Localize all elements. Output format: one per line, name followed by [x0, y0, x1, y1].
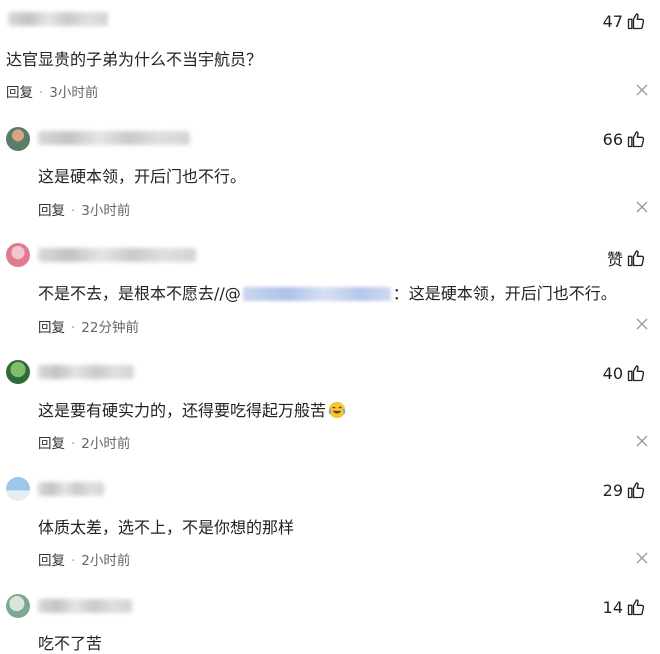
timestamp: 3小时前: [81, 203, 131, 219]
timestamp: 22分钟前: [81, 320, 139, 336]
comment-text: 吃不了苦: [38, 634, 103, 653]
username-blurred[interactable]: [38, 482, 104, 496]
like-count: 47: [602, 11, 623, 31]
username-blurred[interactable]: [38, 365, 134, 379]
avatar[interactable]: [6, 360, 30, 384]
like-button[interactable]: 40: [603, 363, 646, 383]
thumbs-up-icon: [626, 129, 646, 149]
comment-meta: 回复 · 2小时前: [38, 436, 131, 452]
thumbs-up-icon: [626, 597, 646, 617]
comment-text: 不是不去，是根本不愿去//@ ：这是硬本领，开后门也不行。: [38, 280, 617, 304]
like-button[interactable]: 47: [603, 11, 646, 31]
thumbs-up-icon: [626, 248, 646, 268]
mention-link-blurred[interactable]: [242, 287, 391, 301]
reply-button[interactable]: 回复: [38, 203, 65, 219]
like-button[interactable]: 赞: [607, 246, 646, 270]
timestamp: 3小时前: [49, 85, 99, 101]
close-icon[interactable]: [636, 318, 648, 330]
like-button[interactable]: 14: [603, 597, 646, 617]
reply-button[interactable]: 回复: [38, 436, 65, 452]
avatar[interactable]: [6, 477, 30, 501]
comment-text: 达官显贵的子弟为什么不当宇航员？: [6, 50, 263, 69]
comment-meta: 回复 · 2小时前: [38, 553, 131, 569]
username-blurred[interactable]: [38, 131, 190, 145]
thumbs-up-icon: [626, 480, 646, 500]
thumbs-up-icon: [626, 363, 646, 383]
like-button[interactable]: 29: [603, 480, 646, 500]
comment-text: 这是要有硬实力的，还得要吃得起万般苦: [38, 397, 346, 423]
username-blurred[interactable]: [8, 12, 108, 26]
laughing-crying-emoji-icon: [328, 401, 346, 423]
comment-meta: 回复 · 3小时前: [38, 203, 131, 219]
reply-button[interactable]: 回复: [38, 320, 65, 336]
comment-text-body: 这是要有硬实力的，还得要吃得起万般苦: [38, 401, 327, 420]
comment-meta: 回复 · 3小时前: [6, 85, 99, 101]
like-count: 14: [602, 597, 623, 617]
like-button[interactable]: 66: [603, 129, 646, 149]
timestamp: 2小时前: [81, 436, 131, 452]
avatar[interactable]: [6, 243, 30, 267]
like-count: 40: [602, 363, 623, 383]
close-icon[interactable]: [636, 552, 648, 564]
like-count: 赞: [606, 250, 623, 269]
username-blurred[interactable]: [38, 599, 132, 613]
reply-button[interactable]: 回复: [38, 553, 65, 569]
thumbs-up-icon: [626, 11, 646, 31]
like-count: 29: [602, 480, 623, 500]
comment-text: 这是硬本领，开后门也不行。: [38, 167, 247, 186]
close-icon[interactable]: [636, 435, 648, 447]
avatar[interactable]: [6, 127, 30, 151]
close-icon[interactable]: [636, 201, 648, 213]
comment-text-after: ：这是硬本领，开后门也不行。: [392, 284, 617, 303]
close-icon[interactable]: [636, 84, 648, 96]
avatar[interactable]: [6, 594, 30, 618]
timestamp: 2小时前: [81, 553, 131, 569]
reply-button[interactable]: 回复: [6, 85, 33, 101]
comment-text-before: 不是不去，是根本不愿去//@: [38, 284, 241, 303]
like-count: 66: [602, 129, 623, 149]
username-blurred[interactable]: [38, 248, 196, 262]
comment-meta: 回复 · 22分钟前: [38, 320, 139, 336]
comment-text: 体质太差，选不上，不是你想的那样: [38, 518, 295, 537]
